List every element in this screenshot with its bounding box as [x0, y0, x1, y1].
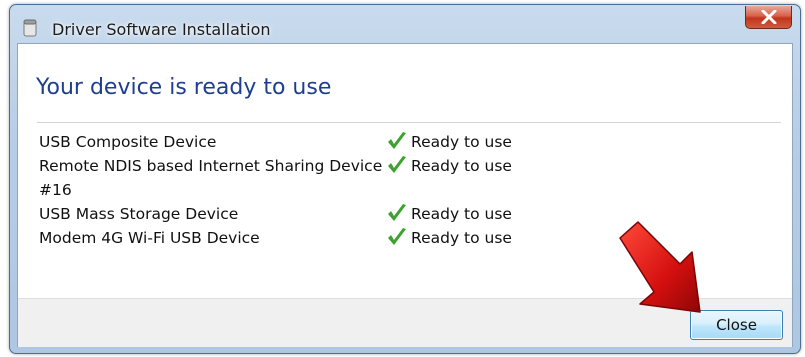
- dialog-window: Driver Software Installation Your device…: [9, 4, 801, 354]
- device-status: Ready to use: [388, 154, 512, 178]
- list-item: Remote NDIS based Internet Sharing Devic…: [39, 154, 779, 202]
- divider: [37, 122, 781, 123]
- device-status: Ready to use: [388, 226, 512, 250]
- status-label: Ready to use: [411, 157, 512, 175]
- device-status: Ready to use: [388, 130, 512, 154]
- red-arrow-icon: [619, 221, 701, 313]
- device-name: USB Mass Storage Device: [39, 205, 239, 223]
- status-label: Ready to use: [411, 133, 512, 151]
- title-bar[interactable]: Driver Software Installation: [10, 5, 800, 43]
- device-status: Ready to use: [388, 202, 512, 226]
- status-label: Ready to use: [411, 229, 512, 247]
- device-name: Modem 4G Wi-Fi USB Device: [39, 229, 260, 247]
- device-name: USB Composite Device: [39, 133, 217, 151]
- green-check-icon: [388, 228, 406, 245]
- green-check-icon: [388, 132, 406, 149]
- window-close-button[interactable]: [745, 6, 792, 29]
- status-label: Ready to use: [411, 205, 512, 223]
- list-item: USB Composite Device Ready to use: [39, 130, 779, 154]
- device-name: Remote NDIS based Internet Sharing Devic…: [39, 157, 383, 199]
- page-title: Your device is ready to use: [36, 75, 332, 100]
- green-check-icon: [388, 204, 406, 221]
- window-title: Driver Software Installation: [52, 20, 271, 39]
- driver-app-icon: [23, 19, 37, 37]
- close-x-icon: [761, 10, 776, 24]
- green-check-icon: [388, 156, 406, 173]
